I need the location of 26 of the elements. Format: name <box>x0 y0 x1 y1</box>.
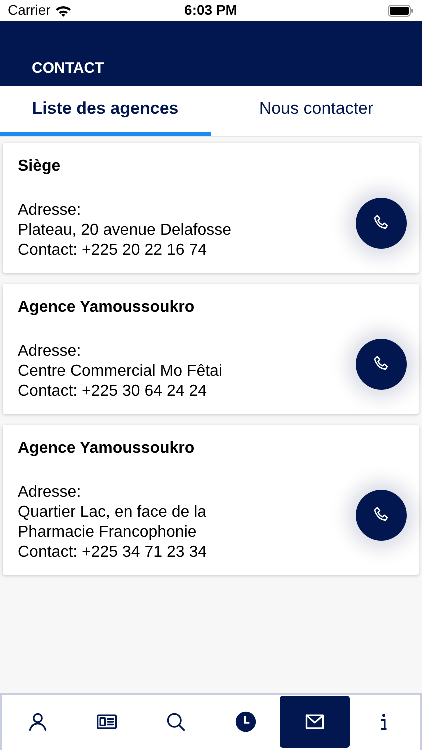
header-title: CONTACT <box>32 58 104 78</box>
contact-phone: Contact: +225 30 64 24 24 <box>18 382 208 402</box>
agency-name: Agence Yamoussoukro <box>18 439 196 459</box>
tab[interactable]: Nous contacter <box>211 86 422 136</box>
address-text: Quartier Lac, en face de la <box>18 503 208 523</box>
call-button[interactable] <box>356 490 407 540</box>
call-button[interactable] <box>356 198 407 248</box>
address-text: Pharmacie Francophonie <box>18 523 198 543</box>
contact-phone: Contact: +225 20 22 16 74 <box>18 241 208 261</box>
agency-name: Siège <box>18 157 62 177</box>
search-icon <box>165 711 188 733</box>
clock-icon <box>234 711 257 733</box>
contact-phone: Contact: +225 34 71 23 34 <box>18 543 208 563</box>
address-label: Adresse: <box>18 342 82 362</box>
call-button[interactable] <box>356 338 407 390</box>
wifi-icon <box>54 4 72 16</box>
agency-name: Agence Yamoussoukro <box>18 298 196 318</box>
address-label: Adresse: <box>18 483 82 503</box>
clock-time: 6:03 PM <box>184 1 238 20</box>
address-text: Plateau, 20 avenue Delafosse <box>18 221 232 241</box>
address-text: Centre Commercial Mo Fêtai <box>18 362 224 382</box>
battery-icon <box>388 4 414 16</box>
carrier-label: Carrier <box>8 1 51 20</box>
nav-tab[interactable] <box>280 696 350 748</box>
person-icon <box>26 711 49 733</box>
address-label: Adresse: <box>18 201 82 221</box>
